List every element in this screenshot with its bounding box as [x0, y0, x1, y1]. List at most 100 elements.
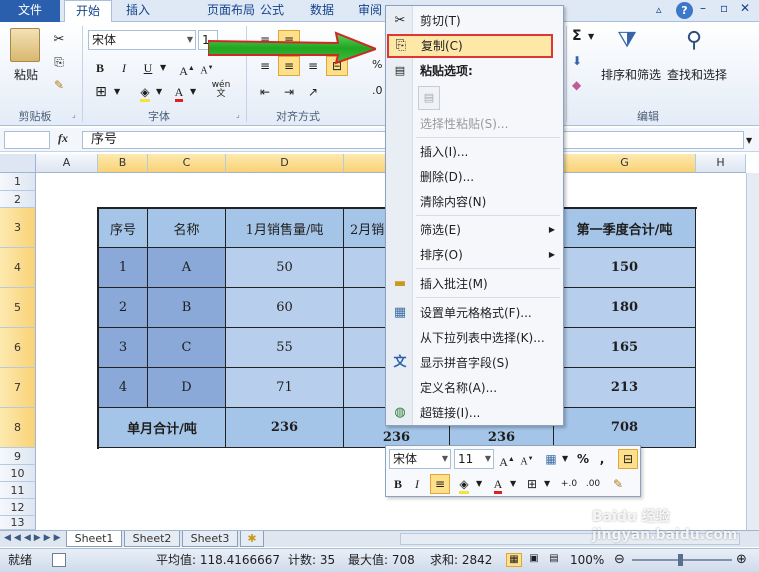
ribbon-collapse-icon[interactable]: ▵ — [656, 3, 672, 19]
table-header-cell[interactable]: 序号 — [99, 209, 148, 248]
table-cell[interactable]: 3 — [99, 328, 148, 368]
phonetic-guide-icon[interactable]: wén 文 — [208, 80, 234, 100]
chevron-down-icon[interactable]: ▼ — [510, 479, 516, 488]
paste-option-icon[interactable]: ▤ — [418, 86, 440, 110]
decimal-icon[interactable]: .0 — [372, 84, 383, 97]
bold-button[interactable]: B — [90, 58, 110, 78]
zoom-level[interactable]: 100% — [570, 549, 604, 571]
table-cell[interactable]: 165 — [554, 328, 696, 368]
minimize-icon[interactable]: – — [700, 1, 716, 19]
font-color-icon[interactable]: A — [168, 82, 190, 102]
merge-center-icon[interactable]: ⊟ — [618, 449, 638, 469]
chevron-down-icon[interactable]: ▼ — [588, 32, 594, 41]
increase-indent-icon[interactable]: ⇥ — [278, 82, 300, 102]
chevron-down-icon[interactable]: ▼ — [114, 87, 120, 96]
row-header-4[interactable]: 4 — [0, 248, 36, 288]
menu-item-format-cells[interactable]: ▦ 设置单元格格式(F)... — [386, 301, 563, 325]
row-header-9[interactable]: 9 — [0, 448, 36, 465]
menu-item-insert[interactable]: 插入(I)... — [386, 140, 563, 164]
find-select-label[interactable]: 查找和选择 — [666, 66, 728, 82]
autosum-icon[interactable]: Σ — [572, 28, 586, 46]
fill-color-icon[interactable]: ◈ — [134, 82, 156, 102]
paste-button-label[interactable]: 粘贴 — [8, 66, 44, 82]
chevron-down-icon[interactable]: ▼ — [156, 87, 162, 96]
paste-icon[interactable] — [10, 28, 40, 62]
percent-style-button[interactable]: % — [574, 449, 592, 469]
insert-sheet-icon[interactable]: ✱ — [240, 531, 264, 547]
menu-item-insert-comment[interactable]: ▬ 插入批注(M) — [386, 272, 563, 296]
align-center-icon[interactable]: ≡ — [430, 474, 450, 494]
macro-record-icon[interactable] — [52, 553, 66, 567]
column-header-d[interactable]: D — [226, 154, 344, 173]
menu-item-copy[interactable]: ⎘ 复制(C) — [387, 34, 553, 58]
menu-item-filter[interactable]: 筛选(E) ▶ — [386, 218, 563, 242]
page-layout-view-icon[interactable]: ▣ — [526, 553, 542, 567]
page-break-view-icon[interactable]: ▤ — [546, 553, 562, 567]
table-cell[interactable] — [344, 328, 386, 368]
help-icon[interactable]: ? — [676, 2, 693, 19]
dialog-launcher-icon[interactable]: ⌟ — [72, 110, 76, 119]
sort-filter-icon[interactable]: ⧩ — [612, 28, 642, 62]
table-total-cell[interactable]: 236 — [226, 408, 344, 448]
italic-button[interactable]: I — [408, 474, 426, 494]
italic-button[interactable]: I — [114, 58, 134, 78]
table-header-cell[interactable]: 第一季度合计/吨 — [554, 209, 696, 248]
menu-item-sort[interactable]: 排序(O) ▶ — [386, 243, 563, 267]
vertical-scrollbar[interactable] — [746, 173, 759, 530]
table-cell[interactable]: 213 — [554, 368, 696, 408]
chevron-down-icon[interactable]: ▼ — [544, 479, 550, 488]
borders-icon[interactable]: ⊞ — [90, 82, 112, 102]
borders-icon[interactable]: ⊞ — [522, 474, 542, 494]
column-header-c[interactable]: C — [148, 154, 226, 173]
find-select-icon[interactable]: ⚲ — [678, 28, 710, 62]
mini-font-size-combo[interactable]: 11 ▼ — [454, 449, 494, 469]
column-header-e[interactable] — [344, 154, 386, 173]
decrease-font-icon[interactable]: A▼ — [518, 449, 536, 469]
column-header-g[interactable]: G — [554, 154, 696, 173]
fill-down-icon[interactable]: ⬇ — [572, 54, 588, 70]
tab-review[interactable]: 审阅 — [350, 0, 390, 22]
menu-item-paste-special[interactable]: 选择性粘贴(S)... — [386, 112, 563, 136]
table-cell[interactable]: 50 — [226, 248, 344, 288]
menu-item-show-phonetic[interactable]: 文 显示拼音字段(S) — [386, 351, 563, 375]
normal-view-icon[interactable]: ▦ — [506, 553, 522, 567]
row-header-8[interactable]: 8 — [0, 408, 36, 448]
chevron-down-icon[interactable]: ▼ — [476, 479, 482, 488]
decrease-decimal-icon[interactable]: .00 — [582, 474, 604, 494]
row-header-3[interactable]: 3 — [0, 208, 36, 248]
tab-data[interactable]: 数据 — [300, 0, 344, 22]
zoom-slider-thumb[interactable] — [678, 554, 683, 566]
row-header-6[interactable]: 6 — [0, 328, 36, 368]
orientation-icon[interactable]: ↗ — [302, 82, 324, 102]
column-header-a[interactable]: A — [36, 154, 98, 173]
row-header-12[interactable]: 12 — [0, 499, 36, 516]
chevron-down-icon[interactable]: ▼ — [160, 63, 166, 72]
expand-formula-icon[interactable]: ▼ — [746, 136, 752, 145]
row-header-13[interactable]: 13 — [0, 516, 36, 530]
increase-font-icon[interactable]: A▲ — [498, 449, 516, 469]
chevron-down-icon[interactable]: ▼ — [190, 87, 196, 96]
row-header-5[interactable]: 5 — [0, 288, 36, 328]
row-header-2[interactable]: 2 — [0, 191, 36, 208]
fill-color-icon[interactable]: ◈ — [454, 474, 474, 494]
table-cell[interactable]: B — [148, 288, 226, 328]
table-cell[interactable] — [344, 248, 386, 288]
menu-item-pick-from-list[interactable]: 从下拉列表中选择(K)... — [386, 326, 563, 350]
table-header-cell[interactable]: 1月销售量/吨 — [226, 209, 344, 248]
format-painter-icon[interactable]: ✎ — [608, 474, 628, 494]
bold-button[interactable]: B — [389, 474, 407, 494]
column-header-b[interactable]: B — [98, 154, 148, 173]
underline-button[interactable]: U — [138, 58, 158, 78]
table-total-label[interactable]: 单月合计/吨 — [99, 408, 226, 448]
table-cell[interactable]: 4 — [99, 368, 148, 408]
table-cell[interactable]: C — [148, 328, 226, 368]
zoom-out-icon[interactable]: ⊖ — [614, 549, 625, 571]
increase-decimal-icon[interactable]: +.0 — [558, 474, 580, 494]
number-format-icon[interactable]: ▦ — [540, 449, 562, 469]
row-header-7[interactable]: 7 — [0, 368, 36, 408]
tab-insert[interactable]: 插入 — [116, 0, 160, 22]
increase-font-icon[interactable]: A▲ — [176, 58, 198, 78]
chevron-down-icon[interactable]: ▼ — [562, 454, 568, 463]
decrease-indent-icon[interactable]: ⇤ — [254, 82, 276, 102]
restore-icon[interactable]: ▫ — [720, 1, 736, 19]
